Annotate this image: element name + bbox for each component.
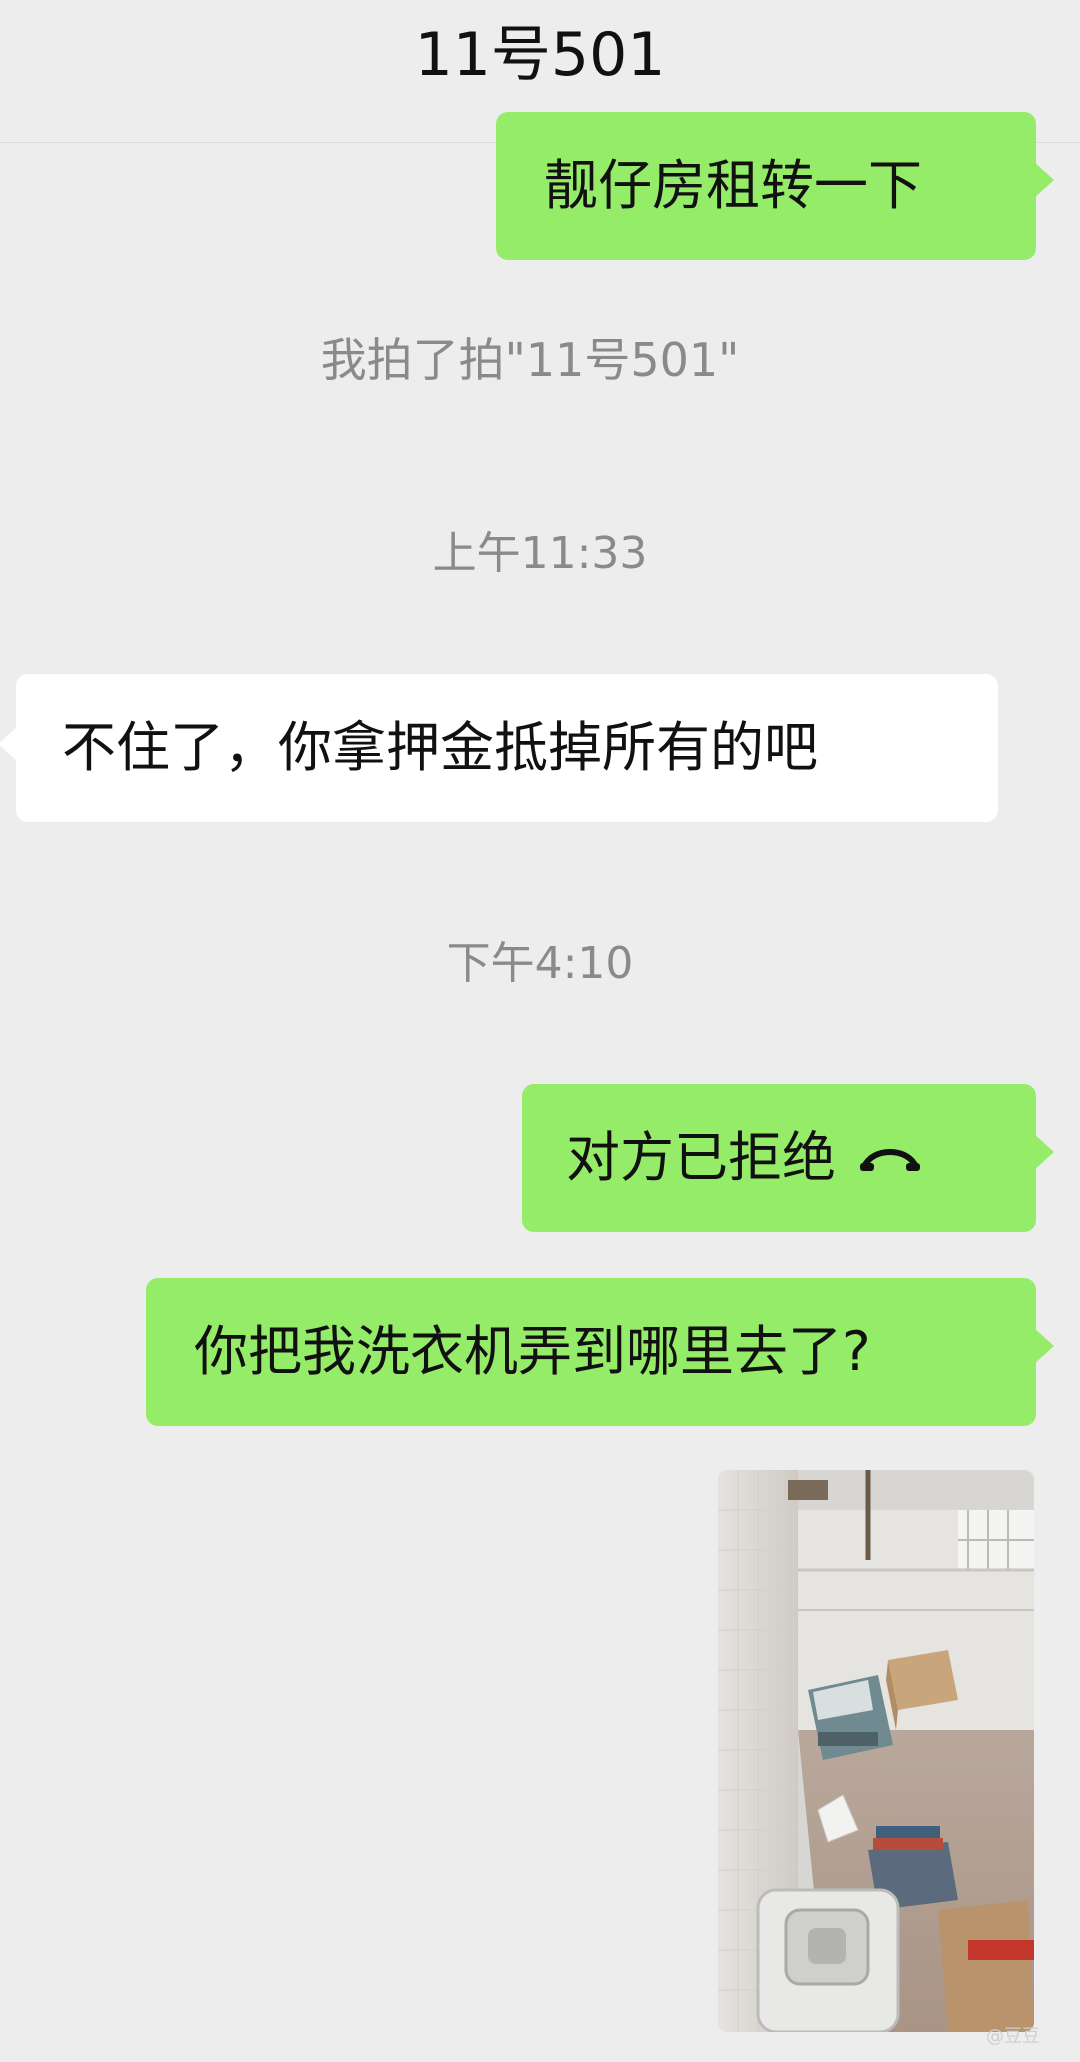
timestamp: 下午4:10 [446, 938, 634, 989]
message-text: 靓仔房租转一下 [544, 154, 922, 217]
watermark: @豆豆 [986, 2026, 1040, 2047]
phone-hangup-icon [858, 1083, 922, 1231]
message-text: 不住了，你拿押金抵掉所有的吧 [62, 716, 818, 779]
system-pat-message: 我拍了拍"11号501" [320, 333, 740, 387]
chat-title: 11号501 [414, 20, 666, 90]
incoming-message[interactable]: 不住了，你拿押金抵掉所有的吧 [0, 674, 998, 822]
message-text: 对方已拒绝 [566, 1126, 836, 1189]
outgoing-message[interactable]: 靓仔房租转一下 [496, 112, 1054, 260]
photo-message[interactable] [718, 1470, 1034, 2032]
call-record-message[interactable]: 对方已拒绝 [522, 1083, 1054, 1232]
message-text: 你把我洗衣机弄到哪里去了? [194, 1320, 871, 1383]
outgoing-message[interactable]: 你把我洗衣机弄到哪里去了? [146, 1278, 1054, 1426]
balcony-photo [718, 1470, 1034, 2032]
timestamp: 上午11:33 [432, 528, 648, 579]
